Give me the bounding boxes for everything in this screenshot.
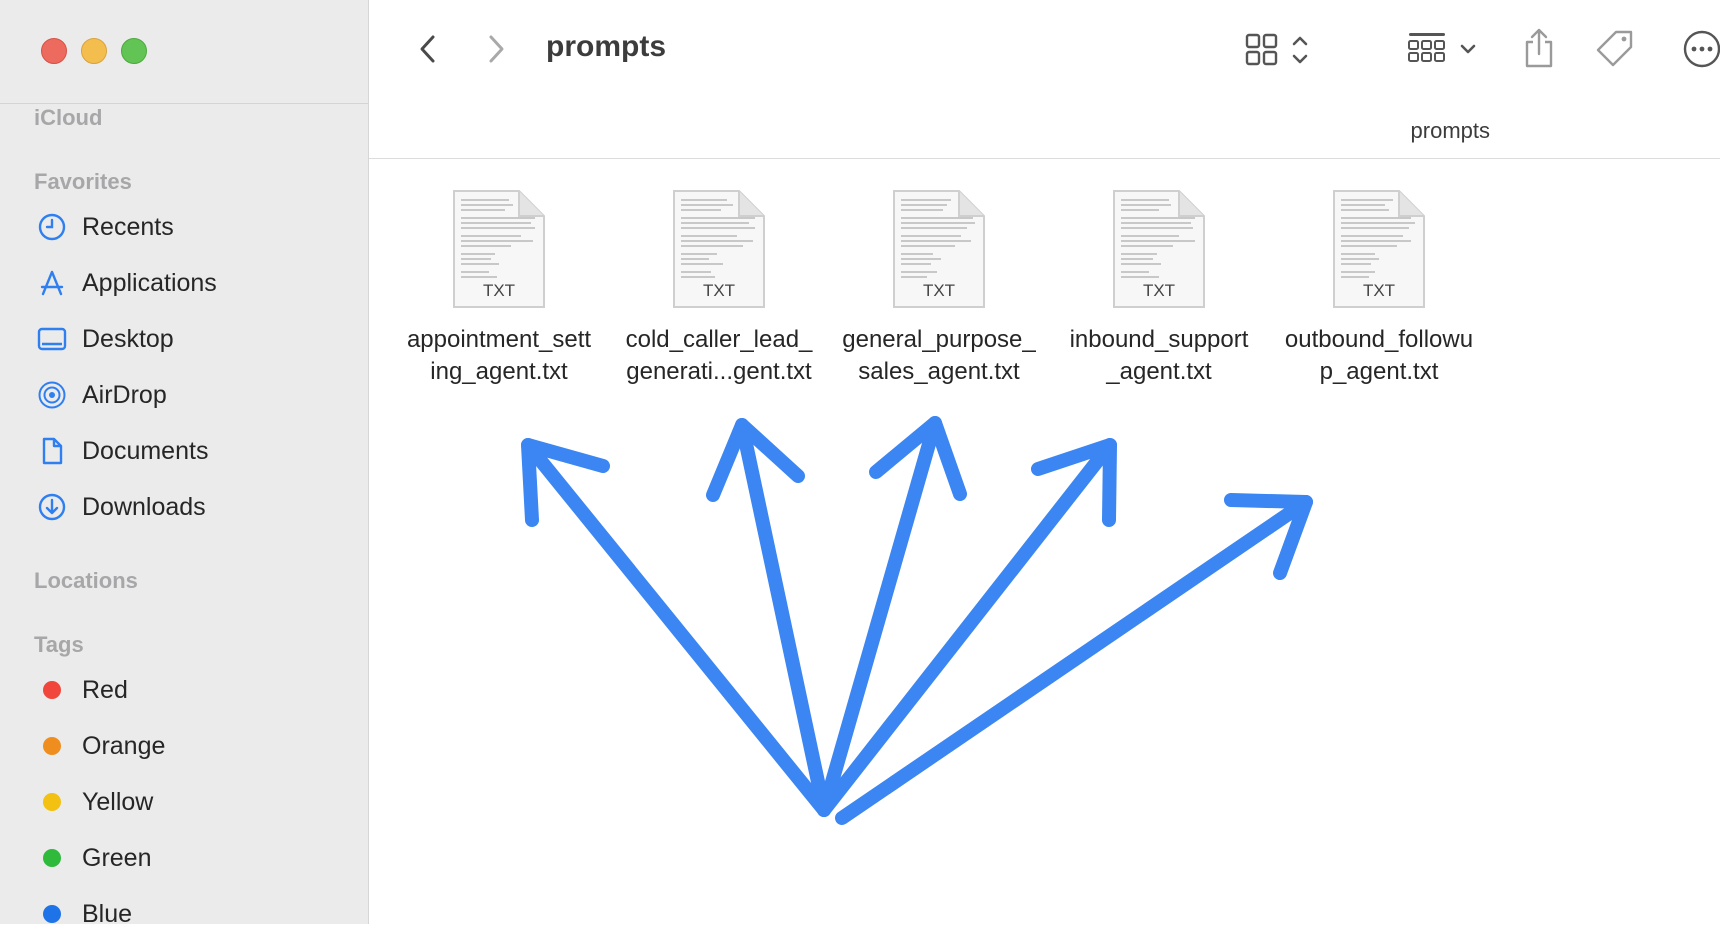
file-type-badge: TXT (1142, 281, 1176, 300)
sidebar-item-applications[interactable]: Applications (36, 265, 217, 301)
more-actions-button[interactable] (1682, 29, 1720, 69)
sidebar-section-icloud[interactable]: iCloud (34, 105, 102, 131)
sidebar-item-desktop[interactable]: Desktop (36, 321, 174, 357)
file-name-line: p_agent.txt (1319, 358, 1439, 385)
group-grid-icon (1408, 33, 1476, 62)
sidebar-item-recents[interactable]: Recents (36, 209, 174, 245)
file-type-badge: TXT (482, 281, 516, 300)
sidebar-tag-red[interactable]: Red (36, 672, 128, 708)
file-name-line: _agent.txt (1106, 358, 1212, 385)
path-bar: prompts (369, 100, 1720, 159)
file-name-line: appointment_sett (406, 326, 592, 353)
close-window-button[interactable] (41, 38, 67, 64)
forward-button[interactable] (481, 34, 511, 64)
path-bar-folder-label[interactable]: prompts (1411, 118, 1490, 144)
file-name-line: cold_caller_lead_ (625, 326, 813, 353)
sidebar-item-documents[interactable]: Documents (36, 433, 208, 469)
file-name-line: outbound_followu (1284, 326, 1474, 353)
txt-file-icon: TXT (671, 188, 767, 310)
toolbar: prompts (369, 0, 1720, 100)
sidebar-item-downloads[interactable]: Downloads (36, 489, 206, 525)
clock-icon (36, 211, 68, 243)
sidebar-tag-orange[interactable]: Orange (36, 728, 165, 764)
group-by-button[interactable] (1407, 30, 1481, 70)
file-name-line: ing_agent.txt (430, 358, 568, 385)
window-title: prompts (546, 30, 666, 63)
red-tag-dot-icon (43, 681, 61, 699)
file-type-badge: TXT (702, 281, 736, 300)
sidebar-item-label: Blue (82, 899, 133, 928)
file-type-badge: TXT (922, 281, 956, 300)
sidebar: iCloud Favorites Recents Applications De… (0, 0, 369, 928)
airdrop-icon (36, 379, 68, 411)
sidebar-section-locations[interactable]: Locations (34, 568, 138, 594)
sidebar-item-label: Green (82, 843, 152, 872)
file-name: outbound_followu p_agent.txt (1269, 324, 1489, 388)
txt-file-icon: TXT (451, 188, 547, 310)
file-name: general_purpose_ sales_agent.txt (829, 324, 1049, 388)
txt-file-icon: TXT (1111, 188, 1207, 310)
file-item[interactable]: TXT inbound_support _agent.txt (1049, 188, 1269, 388)
share-button[interactable] (1522, 26, 1556, 70)
desktop-icon (36, 323, 68, 355)
green-tag-dot-icon (43, 849, 61, 867)
sidebar-section-tags[interactable]: Tags (34, 632, 84, 658)
yellow-tag-dot-icon (43, 793, 61, 811)
tag-icon (1596, 30, 1633, 67)
txt-file-icon: TXT (1331, 188, 1427, 310)
sidebar-section-favorites[interactable]: Favorites (34, 169, 132, 195)
ellipsis-circle-icon (1683, 30, 1720, 68)
icon-grid-view-icon (1245, 33, 1308, 66)
back-button[interactable] (413, 34, 443, 64)
zoom-window-button[interactable] (121, 38, 147, 64)
sidebar-item-label: Recents (82, 212, 174, 241)
file-name-line: general_purpose_ (842, 326, 1036, 353)
sidebar-item-label: AirDrop (82, 380, 167, 409)
orange-tag-dot-icon (43, 737, 61, 755)
document-icon (36, 435, 68, 467)
main-content: prompts prompts TXT appointment_sett ing… (369, 0, 1720, 924)
window-controls-area (0, 0, 368, 104)
file-name-line: inbound_support (1069, 326, 1249, 353)
sidebar-item-label: Applications (82, 268, 217, 297)
chevron-right-icon (489, 35, 504, 63)
sidebar-tag-blue[interactable]: Blue (36, 896, 132, 932)
sidebar-item-label: Orange (82, 731, 166, 760)
applications-icon (36, 267, 68, 299)
blue-tag-dot-icon (43, 905, 61, 923)
minimize-window-button[interactable] (81, 38, 107, 64)
sidebar-tag-yellow[interactable]: Yellow (36, 784, 153, 820)
view-mode-button[interactable] (1244, 30, 1316, 70)
tags-button[interactable] (1594, 28, 1636, 70)
file-name-line: generati...gent.txt (626, 358, 812, 385)
file-name: appointment_sett ing_agent.txt (389, 324, 609, 388)
sidebar-tag-green[interactable]: Green (36, 840, 151, 876)
file-item[interactable]: TXT general_purpose_ sales_agent.txt (829, 188, 1049, 388)
sidebar-item-label: Desktop (82, 324, 174, 353)
sidebar-item-label: Downloads (82, 492, 206, 521)
file-name-line: sales_agent.txt (858, 358, 1020, 385)
file-name: inbound_support _agent.txt (1049, 324, 1269, 388)
txt-file-icon: TXT (891, 188, 987, 310)
sidebar-item-label: Yellow (82, 787, 154, 816)
file-name: cold_caller_lead_ generati...gent.txt (609, 324, 829, 388)
sidebar-item-airdrop[interactable]: AirDrop (36, 377, 167, 413)
download-icon (36, 491, 68, 523)
sidebar-item-label: Red (82, 675, 128, 704)
file-item[interactable]: TXT cold_caller_lead_ generati...gent.tx… (609, 188, 829, 388)
file-item[interactable]: TXT outbound_followu p_agent.txt (1269, 188, 1489, 388)
chevron-left-icon (420, 35, 435, 63)
file-type-badge: TXT (1362, 281, 1396, 300)
sidebar-item-label: Documents (82, 436, 209, 465)
file-item[interactable]: TXT appointment_sett ing_agent.txt (389, 188, 609, 388)
share-icon (1525, 28, 1553, 68)
